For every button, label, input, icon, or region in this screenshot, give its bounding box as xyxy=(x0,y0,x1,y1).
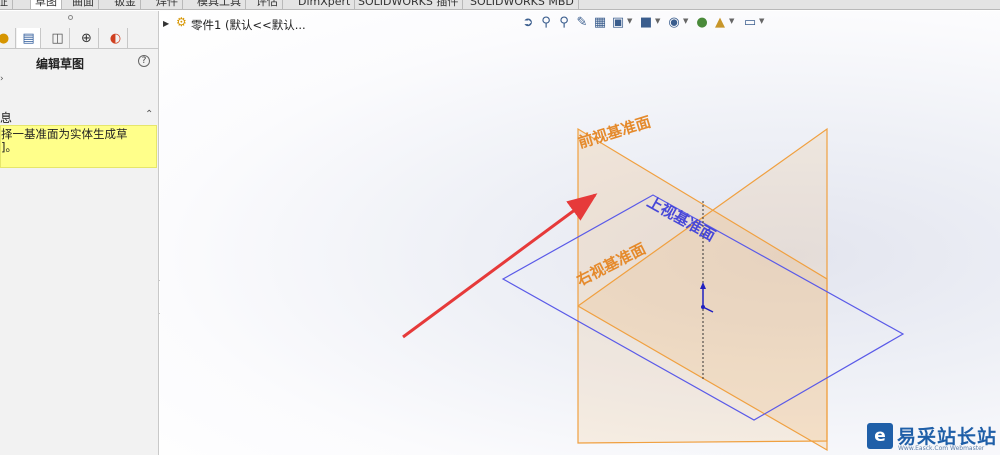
collapse-icon[interactable]: ⌃ xyxy=(145,109,153,120)
message-line-1: 择一基准面为实体生成草 xyxy=(1,127,128,141)
message-heading: 息 xyxy=(0,111,13,125)
tab-sketch[interactable]: 草图 xyxy=(30,0,62,9)
property-manager-panel: ● ▤ ◫ ⊕ ◐ 编辑草图 ? › 息 ⌃ 择一基准面为实体生成草 ]。 xyxy=(0,11,159,455)
message-line-2: ]。 xyxy=(1,140,17,154)
origin-point xyxy=(701,305,705,309)
panel-grip-icon[interactable] xyxy=(68,15,73,20)
property-manager-icon: ▤ xyxy=(22,30,35,46)
panel-title: 编辑草图 xyxy=(36,57,85,71)
tab-evaluate[interactable]: 评估 xyxy=(252,0,283,9)
manager-tabs: ● ▤ ◫ ⊕ ◐ xyxy=(0,27,159,49)
display-manager-tab[interactable]: ◐ xyxy=(104,28,128,48)
configuration-manager-tab[interactable]: ◫ xyxy=(46,28,70,48)
tab-dimxpert[interactable]: DimXpert xyxy=(294,0,356,9)
feature-manager-tab[interactable]: ● xyxy=(0,28,16,48)
tab-surfaces[interactable]: 曲面 xyxy=(68,0,99,9)
watermark-subtitle: Www.Easck.Com Webmaster xyxy=(898,445,985,452)
tab-mold-tools[interactable]: 模具工具 xyxy=(193,0,246,9)
front-plane-label[interactable]: 前视基准面 xyxy=(576,113,653,152)
tab-solidworks-addins[interactable]: SOLIDWORKS 插件 xyxy=(354,0,464,9)
tab-weldments[interactable]: 焊件 xyxy=(152,0,183,9)
message-section-header[interactable]: 息 ⌃ xyxy=(0,109,159,125)
display-manager-icon: ◐ xyxy=(109,30,122,46)
graphics-viewport[interactable]: ▶ ⚙ 零件1 (默认<<默认... ➲ ⚲ ⚲ ✎ ▦ ▣ ▼ ■ ▼ ◉ ▼… xyxy=(160,11,1000,455)
help-icon[interactable]: ? xyxy=(138,55,150,67)
tab-sheet-metal[interactable]: 钣金 xyxy=(110,0,141,9)
watermark-logo-icon: e xyxy=(867,423,893,449)
annotation-arrow xyxy=(402,193,598,339)
tab-features[interactable]: 特征 xyxy=(0,0,13,9)
feature-manager-icon: ● xyxy=(0,30,10,46)
configuration-manager-icon: ◫ xyxy=(51,30,64,46)
crosshair-icon: ⊕ xyxy=(81,30,92,46)
message-box: 择一基准面为实体生成草 ]。 xyxy=(0,125,157,168)
site-watermark: e 易采站长站 Www.Easck.Com Webmaster xyxy=(864,420,1000,455)
model-planes-scene: 前视基准面 上视基准面 右视基准面 xyxy=(402,113,905,452)
property-manager-tab[interactable]: ▤ xyxy=(17,28,41,48)
command-manager-tabs: 特征 草图 曲面 钣金 焊件 模具工具 评估 DimXpert SOLIDWOR… xyxy=(0,0,1000,10)
dimxpert-manager-tab[interactable]: ⊕ xyxy=(75,28,99,48)
chevron-icon[interactable]: › xyxy=(0,74,4,84)
tab-solidworks-mbd[interactable]: SOLIDWORKS MBD xyxy=(466,0,579,9)
